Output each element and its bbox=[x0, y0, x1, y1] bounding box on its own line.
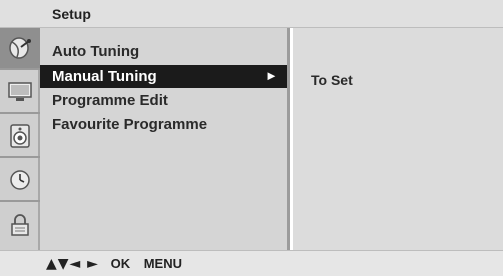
menu-item-label: Auto Tuning bbox=[52, 43, 140, 60]
page-title: Setup bbox=[52, 6, 91, 22]
menu-item-programme-edit[interactable]: Programme Edit bbox=[40, 89, 287, 112]
category-icon-bar bbox=[0, 28, 40, 250]
menu-key-label: MENU bbox=[143, 256, 182, 271]
time-category-button[interactable] bbox=[0, 160, 40, 202]
setup-category-button[interactable] bbox=[0, 28, 40, 70]
menu-item-label: Manual Tuning bbox=[52, 68, 157, 85]
submenu-to-set-option[interactable]: To Set bbox=[311, 72, 353, 88]
navigation-arrows-icon: ▲▼◄ ► bbox=[46, 256, 99, 272]
picture-category-button[interactable] bbox=[0, 72, 40, 114]
menu-item-label: Programme Edit bbox=[52, 92, 168, 109]
tv-setup-screen: Setup Auto Tuning Manual Tuning ► Progra… bbox=[0, 0, 503, 276]
submenu-panel: To Set bbox=[293, 28, 503, 250]
lock-category-button[interactable] bbox=[0, 204, 40, 246]
footer-key-guide: ▲▼◄ ► OK MENU bbox=[0, 250, 503, 276]
menu-item-auto-tuning[interactable]: Auto Tuning bbox=[40, 40, 287, 63]
menu-item-manual-tuning[interactable]: Manual Tuning ► bbox=[40, 65, 287, 88]
audio-category-button[interactable] bbox=[0, 116, 40, 158]
ok-key-label: OK bbox=[110, 256, 131, 271]
lock-icon bbox=[11, 214, 29, 236]
clock-icon bbox=[10, 170, 30, 190]
speaker-icon bbox=[10, 124, 30, 148]
satellite-dish-icon bbox=[9, 37, 31, 59]
header-bar: Setup bbox=[0, 0, 503, 28]
key-guide: ▲▼◄ ► OK MENU bbox=[46, 256, 182, 272]
arrow-right-icon: ► bbox=[265, 68, 278, 83]
menu-panel: Auto Tuning Manual Tuning ► Programme Ed… bbox=[40, 28, 290, 250]
menu-item-label: Favourite Programme bbox=[52, 116, 208, 133]
menu-item-favourite-programme[interactable]: Favourite Programme bbox=[40, 113, 287, 136]
monitor-icon bbox=[8, 82, 32, 101]
